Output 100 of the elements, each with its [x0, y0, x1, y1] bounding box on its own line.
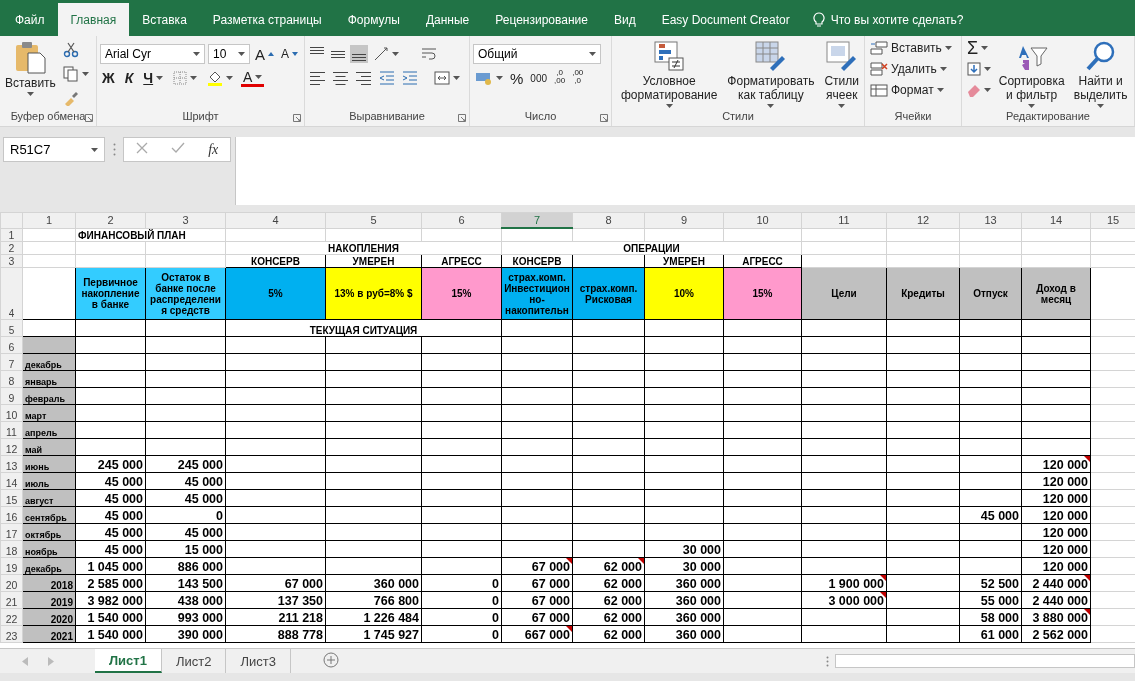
table-cell: 3 982 000 — [75, 591, 146, 609]
column-header[interactable]: 6 — [421, 212, 502, 228]
align-left-icon — [310, 70, 326, 86]
bold-button[interactable]: Ж — [100, 68, 117, 88]
ribbon-tab[interactable]: Вставка — [129, 4, 200, 36]
column-header[interactable]: 8 — [572, 212, 645, 228]
column-header[interactable]: 13 — [959, 212, 1022, 228]
add-sheet-button[interactable] — [322, 651, 339, 671]
align-right-icon — [356, 70, 372, 86]
ribbon-tab[interactable]: Формулы — [334, 4, 413, 36]
table-cell: Отпуск — [959, 267, 1022, 320]
fill-button[interactable] — [965, 59, 993, 79]
increase-decimal-button[interactable]: ,0 ,00 — [552, 68, 568, 88]
thousands-button[interactable]: 000 — [528, 68, 550, 88]
table-cell: 67 000 — [501, 608, 573, 626]
shrink-font-button[interactable]: A — [279, 44, 301, 64]
table-cell: 45 000 — [145, 489, 226, 507]
merge-button[interactable] — [432, 68, 462, 88]
copy-button[interactable] — [60, 64, 91, 84]
search-icon — [1084, 40, 1117, 72]
borders-button[interactable] — [171, 68, 200, 88]
table-cell: 888 778 — [225, 625, 326, 643]
style-button[interactable]: Стили ячеек — [822, 38, 861, 110]
formula-field[interactable] — [235, 137, 1135, 205]
table-cell: 13% в руб=8% $ — [325, 267, 422, 320]
sort-filter-button[interactable]: Сортировка и фильтр — [996, 38, 1068, 110]
column-header[interactable]: 14 — [1021, 212, 1091, 228]
style-button[interactable]: Форматировать как таблицу — [725, 38, 817, 110]
table-cell: 62 000 — [572, 557, 645, 575]
cells-menu-button[interactable]: Удалить — [868, 59, 954, 79]
indent-button[interactable] — [400, 68, 420, 88]
table-cell: 1 900 000 — [801, 574, 887, 592]
indent-icon — [402, 70, 418, 86]
group-label: Число — [524, 110, 557, 124]
column-header[interactable]: 2 — [75, 212, 146, 228]
percent-button[interactable]: % — [508, 68, 526, 88]
ribbon-tab[interactable]: Easy Document Creator — [648, 4, 803, 36]
table-cell: 45 000 — [959, 506, 1022, 524]
tell-me-search[interactable]: Что вы хотите сделать? — [802, 4, 974, 36]
column-header[interactable]: 4 — [225, 212, 326, 228]
name-box[interactable]: R51C7 — [3, 137, 105, 162]
ribbon-tab[interactable]: Главная — [57, 3, 130, 36]
caret-icon — [939, 67, 947, 71]
font-size-field[interactable]: 10 — [208, 44, 250, 64]
table-cell: 438 000 — [145, 591, 226, 609]
ribbon-tab[interactable]: Рецензирование — [482, 4, 601, 36]
check-icon — [170, 142, 185, 154]
sheet-tab[interactable]: Лист1 — [95, 649, 162, 673]
table-cell: 15 000 — [145, 540, 226, 558]
table-cell: 886 000 — [145, 557, 226, 575]
font-name-field[interactable]: Arial Cyr — [100, 44, 205, 64]
cells-menu-button[interactable]: Формат — [868, 80, 954, 100]
table-cell: КОНСЕРВ — [225, 254, 326, 268]
table-cell: 1 540 000 — [75, 608, 146, 626]
table-cell: 120 000 — [1021, 472, 1091, 490]
column-header[interactable]: 5 — [325, 212, 422, 228]
table-cell: 211 218 — [225, 608, 326, 626]
format-cells-icon — [870, 83, 888, 97]
scissors-icon — [62, 42, 79, 58]
column-header[interactable]: 12 — [886, 212, 960, 228]
column-header[interactable]: 3 — [145, 212, 226, 228]
ribbon-tab[interactable]: Данные — [412, 4, 483, 36]
column-header[interactable]: 1 — [22, 212, 76, 228]
cells-menu-button[interactable]: Вставить — [868, 38, 954, 58]
merge-cells-icon — [434, 70, 450, 86]
italic-button[interactable]: К — [122, 68, 136, 88]
align-button[interactable] — [350, 45, 368, 63]
underline-button[interactable]: Ч — [141, 68, 166, 88]
table-cell: 45 000 — [75, 523, 146, 541]
paint-bucket-icon — [207, 70, 224, 86]
table-cell: 360 000 — [325, 574, 422, 592]
font-color-button[interactable]: A — [241, 69, 265, 87]
table-cell: 120 000 — [1021, 489, 1091, 507]
money-icon — [475, 71, 493, 85]
find-button[interactable]: Найти и выделить — [1070, 38, 1131, 110]
column-header[interactable]: 10 — [723, 212, 802, 228]
clipboard-icon — [13, 40, 48, 74]
table-cell: 62 000 — [572, 591, 645, 609]
ribbon-tab[interactable]: Вид — [600, 4, 649, 36]
style-button[interactable]: Условное форматирование — [619, 38, 720, 110]
grow-font-button[interactable]: A — [253, 44, 276, 64]
number-format-field[interactable]: Общий — [473, 44, 601, 64]
row-header[interactable]: 4 — [0, 267, 23, 320]
dialog-launcher-icon — [85, 114, 93, 122]
column-header[interactable]: 11 — [801, 212, 887, 228]
ribbon-tab[interactable]: Разметка страницы — [199, 4, 335, 36]
table-cell: НАКОПЛЕНИЯ — [225, 241, 502, 255]
column-header[interactable]: 15 — [1090, 212, 1135, 228]
table-cell: Первичное накопление в банке — [75, 267, 146, 320]
insert-function-button[interactable]: fx — [208, 141, 219, 158]
column-header[interactable]: 7 — [501, 212, 573, 228]
table-cell: 360 000 — [644, 574, 724, 592]
paste-button[interactable]: Вставить — [3, 38, 58, 110]
ribbon-tab[interactable]: Файл — [2, 4, 58, 36]
caret-icon — [292, 52, 299, 56]
decrease-decimal-button[interactable]: ,00 ,0 — [570, 68, 586, 88]
column-header[interactable]: 9 — [644, 212, 724, 228]
horizontal-scrollbar[interactable] — [835, 654, 1135, 668]
autosum-button[interactable]: Σ — [965, 38, 993, 58]
lightbulb-icon — [812, 12, 825, 28]
